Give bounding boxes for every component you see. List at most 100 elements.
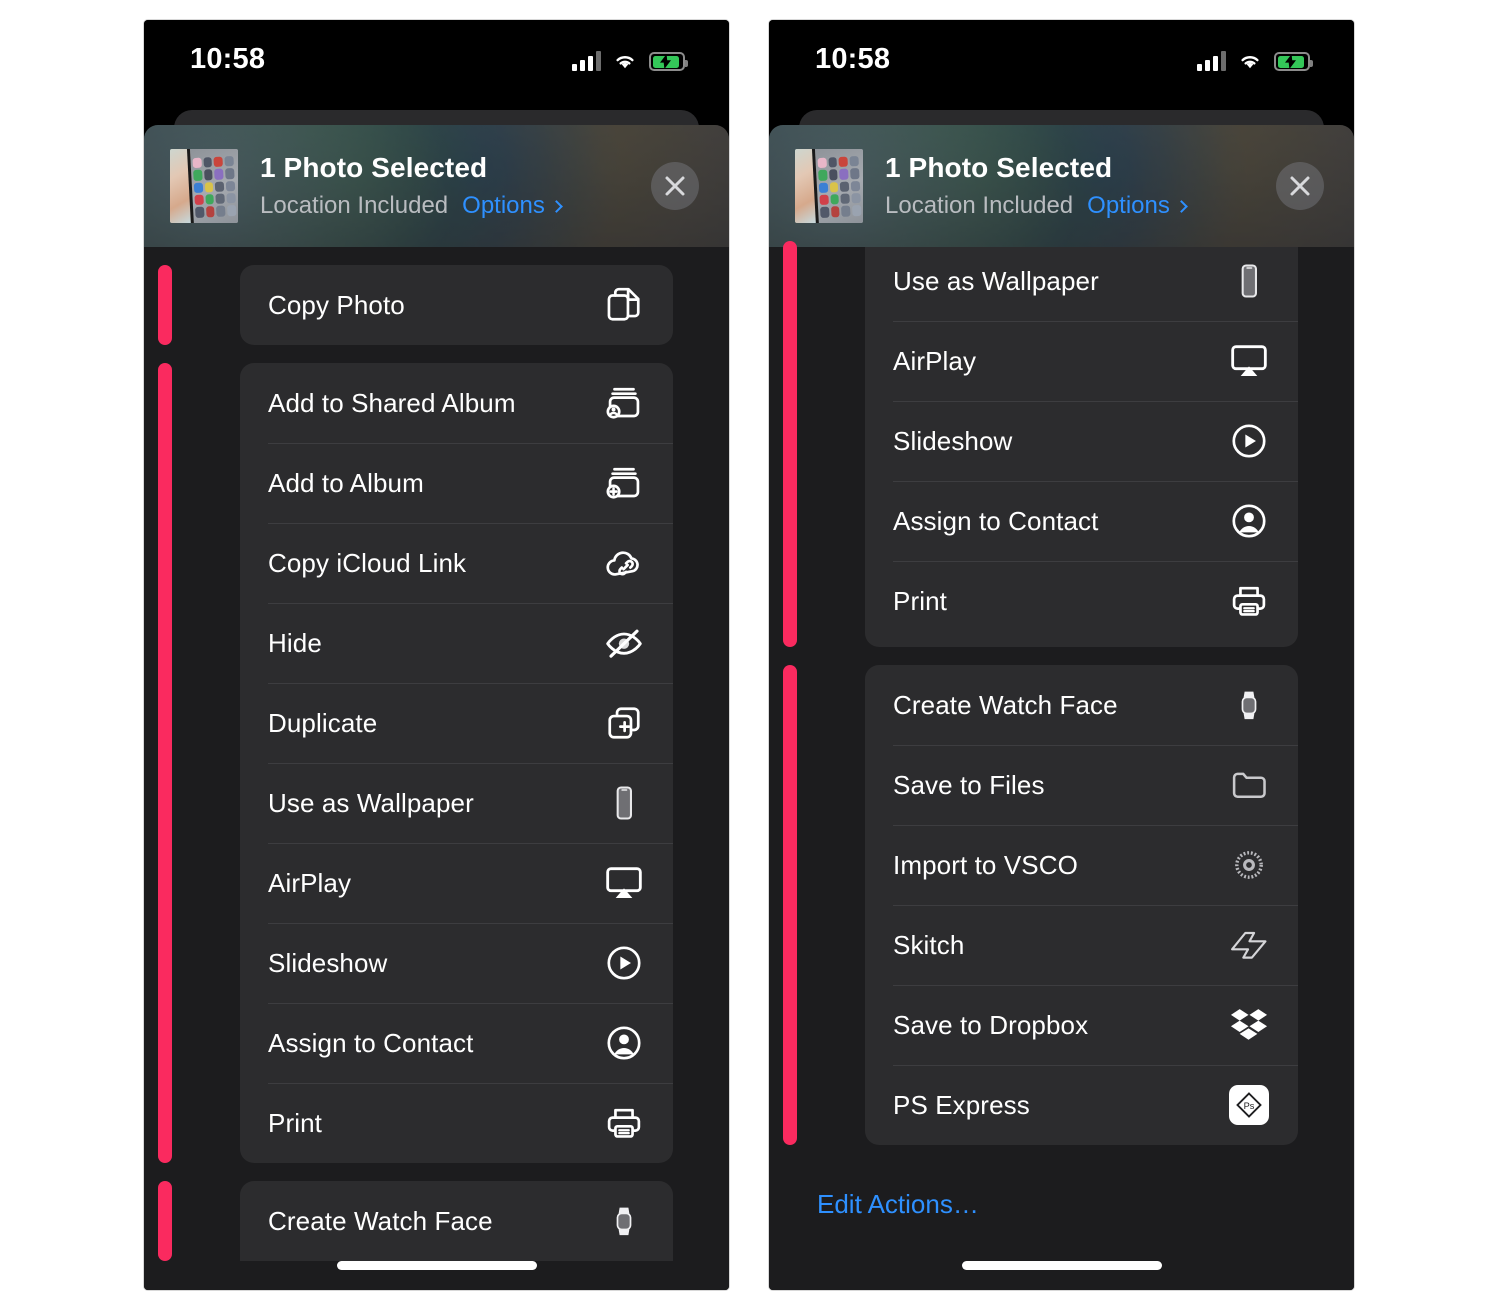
page-title: 1 Photo Selected xyxy=(885,151,1113,183)
list-item-label: Slideshow xyxy=(268,947,388,978)
list-item-label: Assign to Contact xyxy=(268,1027,474,1058)
printer-icon xyxy=(1228,580,1270,622)
group-album-actions: Add to Shared Album Add to Album Copy iClo… xyxy=(240,363,673,1163)
close-button[interactable] xyxy=(651,162,699,210)
battery-charging-icon xyxy=(1274,52,1313,71)
list-item-label: Use as Wallpaper xyxy=(268,787,474,818)
list-item[interactable]: Use as Wallpaper xyxy=(865,241,1298,321)
list-item-label: Assign to Contact xyxy=(893,505,1099,536)
action-list-right[interactable]: Use as Wallpaper AirPlay Slideshow Assign t… xyxy=(769,241,1354,1290)
list-item[interactable]: Assign to Contact xyxy=(240,1003,673,1083)
list-item[interactable]: Create Watch Face xyxy=(865,665,1298,745)
list-item[interactable]: Save to Dropbox xyxy=(865,985,1298,1065)
list-item-label: Save to Dropbox xyxy=(893,1009,1089,1040)
share-sheet-body-right: Use as Wallpaper AirPlay Slideshow Assign t… xyxy=(769,241,1354,1290)
add-to-shared-album-icon xyxy=(603,382,645,424)
photo-thumbnail[interactable] xyxy=(170,149,238,223)
group-copy: Copy Photo xyxy=(240,265,673,345)
list-item-label: Add to Album xyxy=(268,467,424,498)
pink-highlight-bar xyxy=(158,1181,172,1261)
list-item[interactable]: Duplicate xyxy=(240,683,673,763)
cellular-signal-icon xyxy=(1197,51,1226,71)
group-app-actions: Create Watch Face Save to Files Import to … xyxy=(865,665,1298,1145)
options-link[interactable]: Options xyxy=(1087,192,1188,220)
home-indicator xyxy=(336,1261,537,1270)
list-item[interactable]: Add to Album xyxy=(240,443,673,523)
screenshot-stage: 10:58 1 Photo Selected Location Included… xyxy=(0,0,1498,1314)
list-item-label: Create Watch Face xyxy=(893,689,1118,720)
apple-watch-icon xyxy=(603,1200,645,1242)
list-item[interactable]: Save to Files xyxy=(865,745,1298,825)
list-item-label: Use as Wallpaper xyxy=(893,265,1099,296)
status-icon-group xyxy=(1197,47,1313,71)
options-label: Options xyxy=(1087,192,1170,220)
list-item[interactable]: Slideshow xyxy=(240,923,673,1003)
airplay-icon xyxy=(1228,340,1270,382)
list-item-label: Print xyxy=(893,585,947,616)
header-subtitle-row: Location Included Options xyxy=(885,192,1276,220)
list-item[interactable]: PS Express Ps xyxy=(865,1065,1298,1145)
pink-highlight-bar xyxy=(783,241,797,647)
list-item[interactable]: Copy Photo xyxy=(240,265,673,345)
person-circle-icon xyxy=(1228,500,1270,542)
list-item[interactable]: Create Watch Face xyxy=(240,1181,673,1261)
list-item[interactable]: Slideshow xyxy=(865,401,1298,481)
list-item[interactable]: Import to VSCO xyxy=(865,825,1298,905)
apple-watch-icon xyxy=(1228,684,1270,726)
list-item[interactable]: Print xyxy=(865,561,1298,641)
list-item[interactable]: Copy iCloud Link xyxy=(240,523,673,603)
list-item[interactable]: AirPlay xyxy=(240,843,673,923)
list-item[interactable]: Hide xyxy=(240,603,673,683)
photo-thumbnail[interactable] xyxy=(795,149,863,223)
iphone-icon xyxy=(1228,260,1270,302)
list-item[interactable]: Skitch xyxy=(865,905,1298,985)
action-list-left[interactable]: Copy Photo Add to Shared Album Add to Albu… xyxy=(144,247,729,1290)
vsco-icon xyxy=(1228,844,1270,886)
wifi-icon xyxy=(1241,56,1259,69)
skitch-icon xyxy=(1228,924,1270,966)
status-time: 10:58 xyxy=(815,42,891,75)
play-circle-icon xyxy=(603,942,645,984)
printer-icon xyxy=(603,1102,645,1144)
copy-photo-icon xyxy=(603,284,645,326)
header-text-block: 1 Photo Selected Location Included Optio… xyxy=(885,152,1276,220)
list-item-label: Hide xyxy=(268,627,322,658)
share-sheet-left: 1 Photo Selected Location Included Optio… xyxy=(144,98,729,1290)
location-included-label: Location Included xyxy=(885,192,1074,220)
location-included-label: Location Included xyxy=(260,192,449,220)
list-item[interactable]: Print xyxy=(240,1083,673,1163)
status-icon-group xyxy=(572,47,688,71)
pink-highlight-bar xyxy=(158,265,172,345)
iphone-icon xyxy=(603,782,645,824)
list-item-label: Copy iCloud Link xyxy=(268,547,467,578)
page-title: 1 Photo Selected xyxy=(260,151,488,183)
battery-charging-icon xyxy=(649,52,688,71)
list-item-label: Add to Shared Album xyxy=(268,387,516,418)
options-label: Options xyxy=(462,192,545,220)
group-apps: Create Watch Face xyxy=(240,1181,673,1261)
list-item[interactable]: Assign to Contact xyxy=(865,481,1298,561)
chevron-right-icon xyxy=(550,199,563,213)
list-item-label: Save to Files xyxy=(893,769,1045,800)
close-button[interactable] xyxy=(1276,162,1324,210)
list-item-label: Copy Photo xyxy=(268,289,405,320)
list-item-label: Print xyxy=(268,1107,322,1138)
svg-text:Ps: Ps xyxy=(1244,1101,1255,1111)
eye-slash-icon xyxy=(603,622,645,664)
list-item[interactable]: AirPlay xyxy=(865,321,1298,401)
list-item[interactable]: Add to Shared Album xyxy=(240,363,673,443)
phone-right: 10:58 1 Photo Selected Location Included… xyxy=(769,20,1354,1290)
pink-highlight-bar xyxy=(158,363,172,1163)
share-sheet-right: 1 Photo Selected Location Included Optio… xyxy=(769,98,1354,1290)
list-item-label: AirPlay xyxy=(268,867,352,898)
dropbox-icon xyxy=(1228,1004,1270,1046)
share-sheet-header: 1 Photo Selected Location Included Optio… xyxy=(144,125,729,247)
close-icon xyxy=(1290,176,1310,196)
add-to-album-icon xyxy=(603,462,645,504)
edit-actions-button[interactable]: Edit Actions… xyxy=(769,1167,979,1220)
list-item-label: Skitch xyxy=(893,929,965,960)
person-circle-icon xyxy=(603,1022,645,1064)
list-item[interactable]: Use as Wallpaper xyxy=(240,763,673,843)
options-link[interactable]: Options xyxy=(462,192,563,220)
list-item-label: PS Express xyxy=(893,1089,1030,1120)
